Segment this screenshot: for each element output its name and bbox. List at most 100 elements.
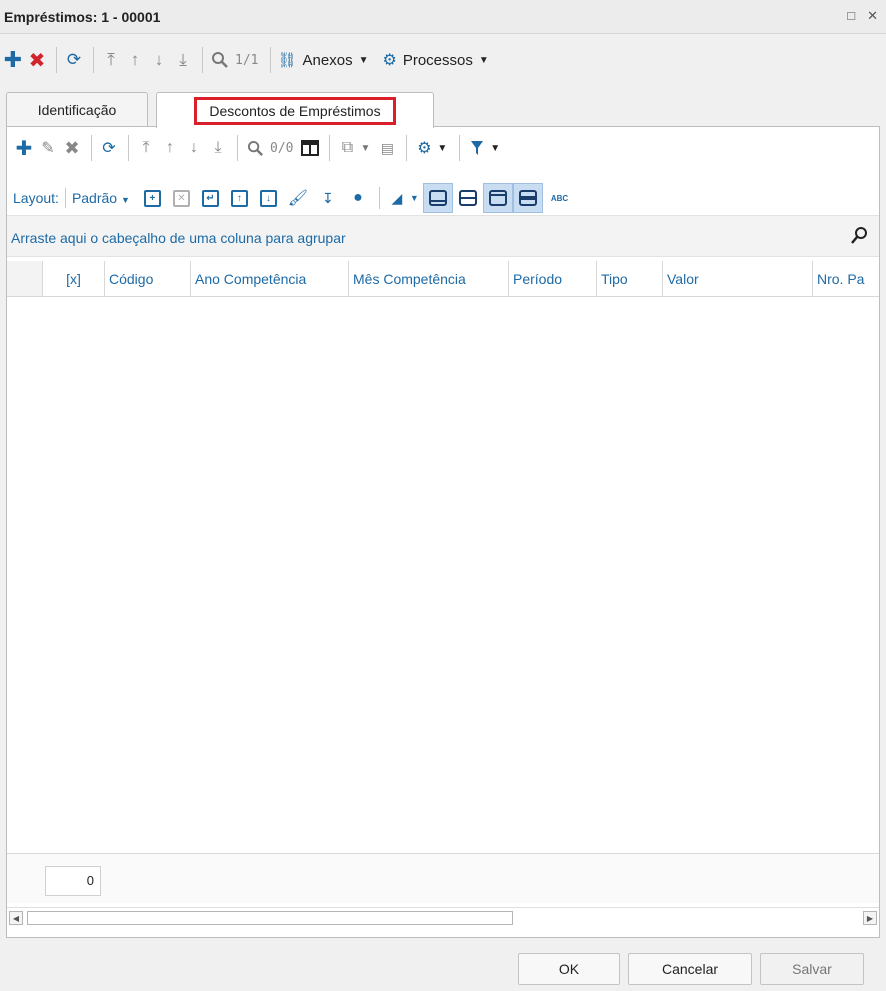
move-up-icon[interactable]: ↑: [230, 189, 248, 207]
toolbar-separator: [128, 135, 129, 161]
record-count-summary: 0: [45, 866, 101, 896]
column-header-valor[interactable]: Valor: [663, 261, 813, 296]
column-header-mes-competencia[interactable]: Mês Competência: [349, 261, 509, 296]
grid-summary-footer: 0: [7, 853, 879, 903]
layout-bar: Layout: Padrão ▼ + ✕ ↵ ↑ ↓ 🖌 ↧ ● ◢ ▼ ABC: [7, 181, 879, 215]
footer-toggle-icon[interactable]: [422, 183, 453, 213]
scrollbar-thumb[interactable]: [27, 911, 513, 925]
window-title: Empréstimos: 1 - 00001: [4, 8, 161, 25]
toolbar-separator: [64, 188, 66, 208]
scroll-left-icon[interactable]: ◀: [9, 911, 23, 925]
layout-select-value: Padrão: [71, 190, 118, 206]
group-by-area[interactable]: Arraste aqui o cabeçalho de uma coluna p…: [7, 215, 879, 257]
scroll-right-icon[interactable]: ▶: [863, 911, 877, 925]
tab-strip: Identificação Descontos de Empréstimos: [6, 92, 880, 128]
delete-icon[interactable]: ✖: [61, 136, 83, 160]
record-counter: 1/1: [235, 52, 259, 68]
remove-row-icon[interactable]: ✕: [172, 189, 190, 207]
next-record-icon[interactable]: ↓: [148, 48, 170, 72]
previous-record-icon[interactable]: ↑: [159, 136, 181, 160]
tab-descontos-emprestimos[interactable]: Descontos de Empréstimos: [156, 92, 434, 128]
window-titlebar: Empréstimos: 1 - 00001 □ ✕: [0, 0, 886, 34]
chevron-down-icon[interactable]: ▼: [410, 193, 419, 203]
toolbar-separator: [202, 47, 203, 73]
first-record-icon[interactable]: ⤒: [135, 136, 157, 160]
chevron-down-icon: ▼: [478, 54, 489, 66]
gear-icon: ⚙: [382, 52, 397, 69]
abc-icon[interactable]: ABC: [551, 194, 568, 203]
gear-icon[interactable]: ⚙: [413, 136, 435, 160]
edit-icon[interactable]: ✎: [37, 136, 59, 160]
add-row-icon[interactable]: +: [143, 189, 161, 207]
add-icon[interactable]: ✚: [2, 47, 24, 72]
group-footer-toggle-icon[interactable]: [453, 183, 483, 213]
report-icon[interactable]: ▤: [376, 136, 398, 160]
maximize-icon[interactable]: □: [847, 8, 855, 24]
refresh-icon[interactable]: ⟳: [98, 136, 120, 160]
export-icon[interactable]: ⧉: [336, 136, 358, 160]
attachments-menu-button[interactable]: ⛓ Anexos ▼: [277, 51, 369, 70]
column-header-ano-competencia[interactable]: Ano Competência: [191, 261, 349, 296]
group-by-hint: Arraste aqui o cabeçalho de uma coluna p…: [11, 230, 346, 246]
column-header-select[interactable]: [x]: [43, 261, 105, 296]
column-header-codigo[interactable]: Código: [105, 261, 191, 296]
pin-icon[interactable]: ↧: [317, 186, 339, 210]
chart-icon[interactable]: ◢: [386, 186, 408, 210]
tab-identificacao[interactable]: Identificação: [6, 92, 148, 126]
search-icon[interactable]: [209, 48, 231, 72]
enter-icon[interactable]: ↵: [201, 189, 219, 207]
processes-label: Processos: [402, 51, 473, 69]
ok-button[interactable]: OK: [518, 953, 620, 985]
last-record-icon[interactable]: ⤓: [207, 136, 229, 160]
toolbar-separator: [93, 47, 94, 73]
column-header-periodo[interactable]: Período: [509, 261, 597, 296]
chevron-down-icon[interactable]: ▼: [360, 143, 370, 154]
shapes-icon[interactable]: ●: [347, 186, 369, 210]
save-button[interactable]: Salvar: [760, 953, 864, 985]
add-icon[interactable]: ✚: [13, 136, 35, 160]
tab-panel: ✚ ✎ ✖ ⟳ ⤒ ↑ ↓ ⤓ 0/0 ⧉ ▼ ▤ ⚙ ▼ ▼ Layout: …: [6, 126, 880, 938]
processes-menu-button[interactable]: ⚙ Processos ▼: [382, 50, 488, 70]
main-toolbar: ✚ ✖ ⟳ ⤒ ↑ ↓ ⤓ 1/1 ⛓ Anexos ▼ ⚙ Processos…: [0, 40, 886, 80]
toolbar-separator: [237, 135, 238, 161]
first-record-icon[interactable]: ⤒: [100, 48, 122, 72]
chevron-down-icon[interactable]: ▼: [437, 143, 447, 154]
refresh-icon[interactable]: ⟳: [63, 48, 85, 72]
grid-header: [x] Código Ano Competência Mês Competênc…: [7, 261, 879, 297]
next-record-icon[interactable]: ↓: [183, 136, 205, 160]
toolbar-separator: [459, 135, 461, 161]
paperclip-icon: ⛓: [277, 52, 297, 69]
search-icon[interactable]: [851, 226, 869, 249]
tab-label: Descontos de Empréstimos: [194, 96, 396, 125]
row-indicator-header: [7, 261, 43, 296]
toolbar-separator: [91, 135, 92, 161]
chevron-down-icon[interactable]: ▼: [490, 143, 500, 154]
cancel-button[interactable]: Cancelar: [628, 953, 752, 985]
search-icon[interactable]: [244, 136, 266, 160]
grid-toolbar: ✚ ✎ ✖ ⟳ ⤒ ↑ ↓ ⤓ 0/0 ⧉ ▼ ▤ ⚙ ▼ ▼: [7, 133, 879, 163]
toolbar-separator: [270, 47, 272, 73]
last-record-icon[interactable]: ⤓: [172, 48, 194, 72]
close-icon[interactable]: ✕: [867, 8, 878, 24]
toolbar-separator: [406, 135, 408, 161]
grid-record-counter: 0/0: [270, 140, 294, 156]
paint-icon[interactable]: 🖌: [287, 186, 309, 210]
column-header-tipo[interactable]: Tipo: [597, 261, 663, 296]
columns-icon[interactable]: [299, 136, 321, 160]
toolbar-separator: [329, 135, 331, 161]
move-down-icon[interactable]: ↓: [259, 189, 277, 207]
layout-label: Layout:: [13, 190, 59, 206]
attachments-label: Anexos: [302, 51, 353, 69]
toolbar-separator: [56, 47, 57, 73]
layout-select[interactable]: Padrão ▼: [72, 190, 130, 206]
window-controls: □ ✕: [847, 8, 878, 24]
toolbar-separator: [378, 187, 380, 209]
chevron-down-icon: ▼: [358, 54, 369, 66]
horizontal-scrollbar[interactable]: ◀ ▶: [7, 907, 879, 927]
column-header-nro-parcela[interactable]: Nro. Pa: [813, 261, 879, 296]
previous-record-icon[interactable]: ↑: [124, 48, 146, 72]
row-lines-toggle-icon[interactable]: [512, 183, 543, 213]
filter-icon[interactable]: [466, 136, 488, 160]
header-toggle-icon[interactable]: [482, 183, 513, 213]
delete-icon[interactable]: ✖: [26, 48, 48, 72]
